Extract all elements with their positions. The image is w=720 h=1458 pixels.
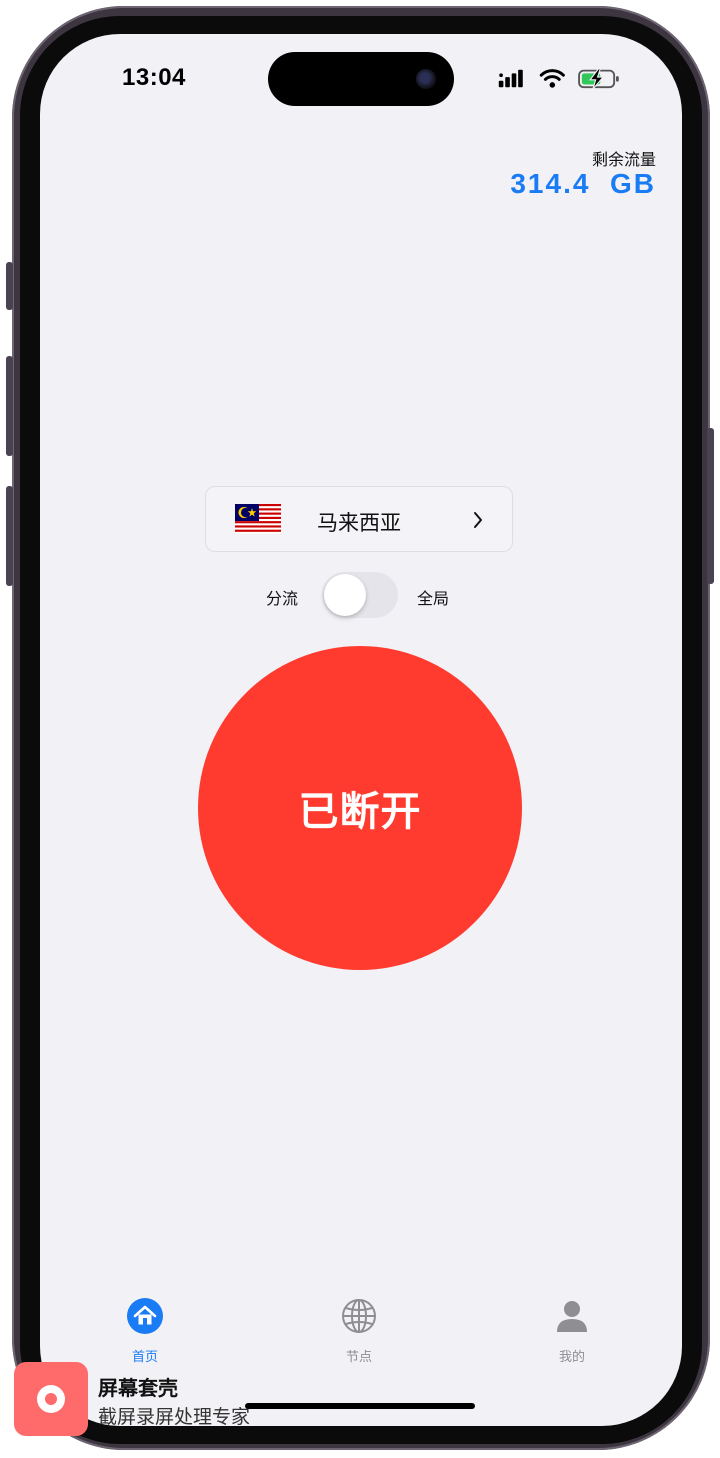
remaining-traffic-label: 剩余流量 bbox=[591, 150, 656, 169]
connection-status-label: 已断开 bbox=[298, 789, 422, 835]
routing-mode-toggle[interactable] bbox=[322, 572, 398, 618]
tab-label: 我的 bbox=[558, 1350, 585, 1365]
chevron-right-icon bbox=[474, 512, 482, 528]
tab-home[interactable]: 首页 bbox=[95, 1296, 195, 1365]
volume-down-button bbox=[6, 486, 13, 586]
mode-label-split: 分流 bbox=[266, 589, 299, 608]
cellular-signal-icon bbox=[498, 69, 523, 88]
screen: 13:04 剩余流量 314.4 GB 马来西亚 分流 全局 已断开 首页 节点… bbox=[40, 34, 682, 1426]
watermark-logo bbox=[14, 1362, 88, 1436]
routing-mode-row: 分流 全局 bbox=[40, 572, 682, 620]
globe-icon bbox=[342, 1299, 376, 1333]
person-icon bbox=[557, 1301, 587, 1332]
tab-profile[interactable]: 我的 bbox=[522, 1296, 622, 1365]
power-button bbox=[707, 428, 714, 584]
watermark-title: 屏幕套壳 bbox=[98, 1376, 178, 1400]
toggle-knob bbox=[324, 574, 366, 616]
status-time: 13:04 bbox=[122, 64, 186, 91]
tab-label: 节点 bbox=[345, 1350, 372, 1365]
status-icons bbox=[498, 68, 619, 90]
watermark-subtitle: 截屏录屏处理专家 bbox=[98, 1406, 251, 1428]
camera-icon bbox=[416, 69, 436, 89]
tab-bar: 首页 节点 我的 bbox=[40, 1296, 682, 1376]
mode-label-global: 全局 bbox=[417, 589, 450, 608]
tab-nodes[interactable]: 节点 bbox=[309, 1296, 409, 1365]
connect-button[interactable]: 已断开 bbox=[198, 646, 522, 970]
volume-up-button bbox=[6, 356, 13, 456]
wifi-icon bbox=[539, 69, 565, 88]
tab-label: 首页 bbox=[131, 1350, 158, 1365]
remaining-traffic-value: 314.4 GB bbox=[510, 168, 656, 199]
home-icon bbox=[127, 1298, 163, 1334]
dynamic-island bbox=[268, 52, 454, 106]
node-name: 马来西亚 bbox=[317, 511, 401, 535]
home-indicator bbox=[245, 1403, 475, 1409]
record-icon bbox=[37, 1385, 65, 1413]
battery-charging-icon bbox=[578, 68, 619, 90]
node-selector-button[interactable]: 马来西亚 bbox=[205, 486, 513, 552]
silent-switch bbox=[6, 262, 13, 310]
